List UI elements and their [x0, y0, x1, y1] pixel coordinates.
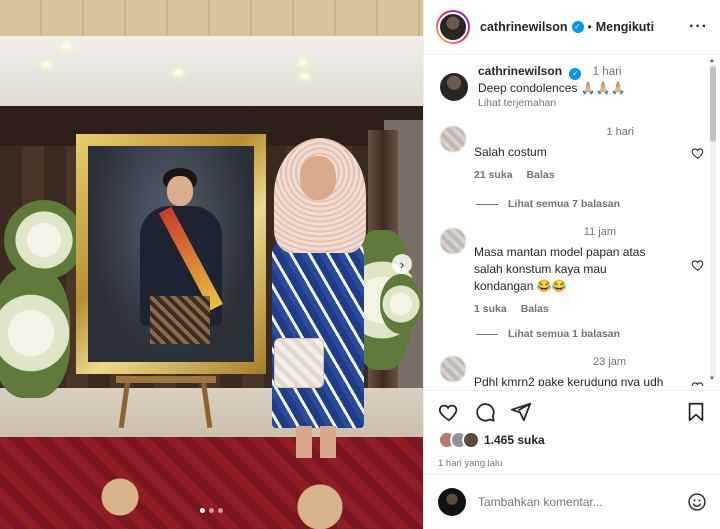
comment-likes[interactable]: 21 suka	[474, 169, 513, 181]
carousel-dot	[200, 508, 205, 513]
heart-icon[interactable]	[691, 258, 705, 272]
post-actions: 1.465 suka 1 hari yang lalu	[424, 390, 720, 469]
comment-likes[interactable]: 1 suka	[474, 303, 507, 315]
caption-avatar[interactable]	[440, 72, 468, 101]
heart-icon[interactable]	[691, 146, 705, 160]
portrait-frame	[76, 134, 266, 374]
comment-time: 11 jam	[583, 226, 616, 238]
view-replies-label[interactable]: Lihat semua 7 balasan	[508, 198, 620, 210]
liker-avatar	[462, 431, 480, 449]
carousel-dot	[209, 508, 214, 513]
scrollbar-thumb[interactable]	[710, 66, 716, 142]
share-icon[interactable]	[510, 401, 532, 423]
portrait-painting	[88, 146, 254, 362]
emoji-icon[interactable]	[687, 492, 707, 512]
comment-icon[interactable]	[474, 401, 496, 423]
post-photo[interactable]: ›	[0, 0, 423, 529]
post-side-panel: cathrinewilson ✓ • Mengikuti ··· cathrin…	[423, 0, 720, 529]
portrait-skirt	[150, 296, 210, 344]
reply-button[interactable]: Balas	[527, 169, 555, 181]
author-username[interactable]: cathrinewilson	[480, 20, 568, 34]
carousel-dots	[200, 508, 223, 513]
comment-avatar[interactable]	[440, 228, 466, 254]
caption-time: 1 hari	[592, 66, 622, 78]
handbag	[274, 338, 324, 388]
heart-icon[interactable]	[691, 380, 705, 386]
view-replies-label[interactable]: Lihat semua 1 balasan	[508, 328, 620, 340]
comment-avatar[interactable]	[440, 356, 466, 382]
flower-arrangement	[0, 268, 70, 398]
following-button[interactable]: Mengikuti	[596, 20, 654, 34]
next-slide-button[interactable]: ›	[392, 254, 412, 274]
scroll-up-icon[interactable]: ▲	[709, 58, 715, 64]
likes-count[interactable]: 1.465 suka	[484, 433, 545, 447]
comment-avatar[interactable]	[440, 126, 466, 152]
face	[300, 156, 336, 200]
more-options-icon[interactable]: ···	[689, 18, 708, 36]
likes-summary[interactable]: 1.465 suka	[438, 431, 707, 449]
woman-figure	[266, 138, 366, 458]
verified-badge-icon: ✓	[571, 21, 584, 33]
legs	[296, 426, 336, 458]
add-comment-input[interactable]	[478, 495, 687, 509]
ceiling-light	[300, 74, 309, 79]
verified-badge-icon: ✓	[569, 68, 582, 80]
reply-button[interactable]: Balas	[521, 303, 549, 315]
easel	[116, 372, 216, 429]
comment-text: Pdhl kmrn2 pake kerudung nya udh	[474, 375, 664, 386]
comment-time: 1 hari	[606, 126, 634, 138]
add-comment-bar	[424, 474, 720, 529]
ceiling-light	[174, 70, 183, 75]
comment-time: 23 jam	[592, 356, 626, 368]
comment-text: Masa mantan model papan atas salah konst…	[474, 245, 646, 293]
ceiling-light	[298, 60, 307, 65]
batik-dress	[272, 238, 364, 428]
caption: cathrinewilson ✓ 1 hari Deep condolences…	[440, 64, 705, 109]
caption-username[interactable]: cathrinewilson	[478, 64, 562, 78]
ceiling-light	[42, 62, 51, 67]
comments-scrollbar[interactable]: ▲ ▼	[709, 58, 717, 384]
ceiling-light	[62, 44, 71, 49]
header-separator: •	[587, 20, 592, 34]
current-user-avatar	[438, 488, 466, 516]
scroll-down-icon[interactable]: ▼	[709, 376, 715, 382]
see-translation-link[interactable]: Lihat terjemahan	[478, 97, 626, 109]
view-replies-link[interactable]: Lihat semua 1 balasan	[476, 328, 620, 340]
comment-item: 11 jam Masa mantan model papan atas sala…	[440, 226, 705, 316]
author-avatar[interactable]	[436, 10, 470, 44]
carousel-dot	[218, 508, 223, 513]
post-timestamp: 1 hari yang lalu	[438, 458, 503, 469]
post-header: cathrinewilson ✓ • Mengikuti ···	[424, 0, 720, 55]
portrait-face	[167, 176, 193, 206]
comment-text: Salah costum	[474, 145, 547, 159]
caption-text: Deep condolences 🙏🏼🙏🏼🙏🏼	[478, 81, 626, 95]
bookmark-icon[interactable]	[685, 401, 707, 423]
comment-item: 23 jam Pdhl kmrn2 pake kerudung nya udh	[440, 356, 705, 386]
comment-item: 1 hari Salah costum 21 suka Balas	[440, 126, 705, 186]
comments-scroll-area[interactable]: cathrinewilson ✓ 1 hari Deep condolences…	[424, 56, 720, 386]
like-heart-icon[interactable]	[438, 401, 460, 423]
chevron-right-icon: ›	[399, 256, 405, 272]
flower-arrangement	[380, 274, 422, 334]
view-replies-link[interactable]: Lihat semua 7 balasan	[476, 198, 620, 210]
